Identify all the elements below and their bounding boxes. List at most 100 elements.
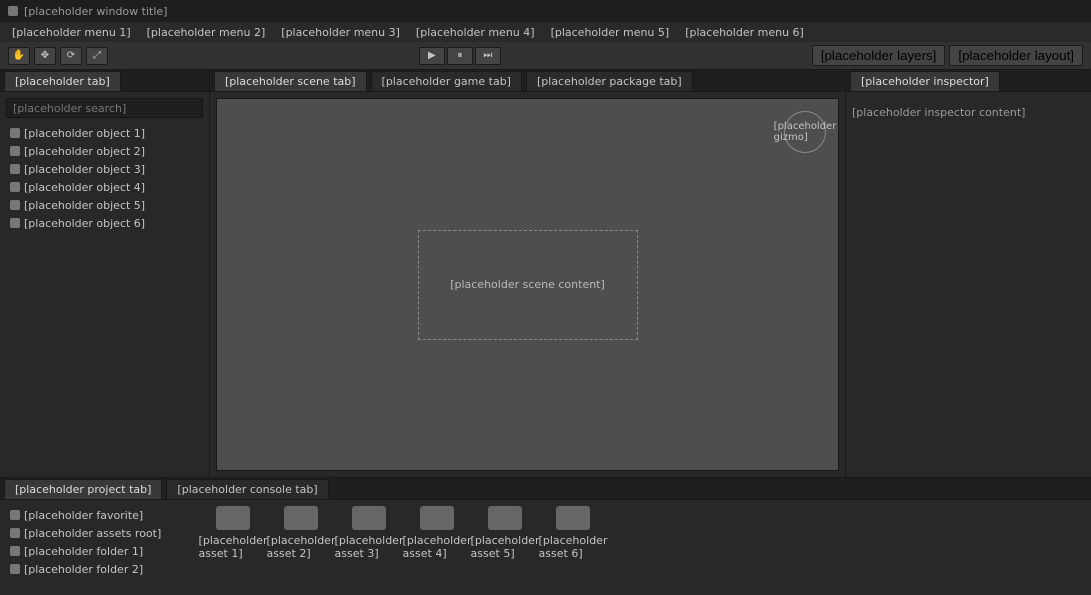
menu-item-1[interactable]: [placeholder menu 1]: [6, 24, 137, 41]
hierarchy-tabs: [placeholder tab]: [0, 70, 209, 92]
tree-item[interactable]: [placeholder favorite]: [6, 506, 196, 524]
inspector-panel: [placeholder inspector] [placeholder ins…: [846, 70, 1091, 477]
hierarchy-item[interactable]: [placeholder object 3]: [6, 160, 203, 178]
hierarchy-panel: [placeholder tab] [placeholder object 1]…: [0, 70, 210, 477]
folder-icon: [488, 506, 522, 530]
object-icon: [10, 146, 20, 156]
tree-item-label: [placeholder folder 1]: [24, 544, 144, 558]
title-bar: [placeholder window title]: [0, 0, 1091, 22]
inspector-body: [placeholder inspector content]: [846, 92, 1091, 477]
layers-dropdown[interactable]: [placeholder layers]: [811, 45, 946, 66]
scene-viewport[interactable]: [placeholder scene content] [placeholder…: [216, 98, 839, 471]
asset-label: [placeholder asset 4]: [402, 534, 472, 560]
scale-icon: ⤢: [93, 50, 101, 61]
game-tab[interactable]: [placeholder game tab]: [370, 71, 522, 91]
toolbar-right-group: [placeholder layers] [placeholder layout…: [811, 45, 1083, 66]
menu-bar: [placeholder menu 1] [placeholder menu 2…: [0, 22, 1091, 42]
folder-icon: [556, 506, 590, 530]
step-icon: ⏭: [483, 50, 493, 61]
step-button[interactable]: ⏭: [474, 46, 501, 65]
asset-item[interactable]: [placeholder asset 4]: [403, 506, 471, 589]
object-icon: [10, 128, 20, 138]
project-console-panel: [placeholder project tab] [placeholder c…: [0, 477, 1091, 595]
hand-tool-button[interactable]: ✋: [8, 46, 30, 65]
menu-item-6[interactable]: [placeholder menu 6]: [679, 24, 810, 41]
folder-icon: [352, 506, 386, 530]
menu-item-5[interactable]: [placeholder menu 5]: [545, 24, 676, 41]
hierarchy-list: [placeholder object 1] [placeholder obje…: [6, 124, 203, 232]
tree-item-label: [placeholder folder 2]: [24, 562, 144, 576]
object-icon: [10, 200, 20, 210]
project-tab[interactable]: [placeholder project tab]: [4, 479, 163, 499]
editor-workspace: [placeholder tab] [placeholder object 1]…: [0, 70, 1091, 477]
tree-item[interactable]: [placeholder assets root]: [6, 524, 196, 542]
scene-panel: [placeholder scene tab] [placeholder gam…: [210, 70, 846, 477]
asset-label: [placeholder asset 5]: [470, 534, 540, 560]
tree-item[interactable]: [placeholder folder 1]: [6, 542, 196, 560]
menu-item-3[interactable]: [placeholder menu 3]: [275, 24, 406, 41]
tree-item-label: [placeholder assets root]: [24, 526, 162, 540]
tree-item[interactable]: [placeholder folder 2]: [6, 560, 196, 578]
hierarchy-tab[interactable]: [placeholder tab]: [4, 71, 121, 91]
rotate-tool-button[interactable]: ⟳: [60, 46, 82, 65]
asset-item[interactable]: [placeholder asset 2]: [267, 506, 335, 589]
hierarchy-item[interactable]: [placeholder object 4]: [6, 178, 203, 196]
pause-button[interactable]: ⏸: [446, 46, 473, 65]
rotate-icon: ⟳: [66, 50, 76, 61]
hierarchy-body: [placeholder object 1] [placeholder obje…: [0, 92, 209, 477]
tree-item-label: [placeholder favorite]: [24, 508, 144, 522]
hierarchy-item-label: [placeholder object 4]: [24, 180, 146, 194]
pause-icon: ⏸: [457, 50, 463, 61]
layout-dropdown[interactable]: [placeholder layout]: [949, 45, 1083, 66]
playback-controls: ▶ ⏸ ⏭: [418, 46, 501, 65]
folder-icon: [10, 564, 20, 574]
folder-icon: [10, 528, 20, 538]
move-tool-button[interactable]: ✥: [34, 46, 56, 65]
object-icon: [10, 164, 20, 174]
app-icon: [8, 6, 18, 16]
project-tree: [placeholder favorite] [placeholder asse…: [6, 506, 196, 589]
hierarchy-item-label: [placeholder object 2]: [24, 144, 146, 158]
asset-item[interactable]: [placeholder asset 3]: [335, 506, 403, 589]
hierarchy-item[interactable]: [placeholder object 2]: [6, 142, 203, 160]
project-tabs: [placeholder project tab] [placeholder c…: [0, 478, 1091, 500]
inspector-tab[interactable]: [placeholder inspector]: [850, 71, 1000, 91]
scale-tool-button[interactable]: ⤢: [86, 46, 108, 65]
scene-tab[interactable]: [placeholder scene tab]: [214, 71, 367, 91]
hierarchy-search-input[interactable]: [6, 98, 203, 118]
folder-icon: [284, 506, 318, 530]
unity-editor-window: [placeholder window title] [placeholder …: [0, 0, 1091, 595]
hierarchy-item[interactable]: [placeholder object 5]: [6, 196, 203, 214]
menu-item-2[interactable]: [placeholder menu 2]: [141, 24, 272, 41]
asset-item[interactable]: [placeholder asset 5]: [471, 506, 539, 589]
package-manager-tab[interactable]: [placeholder package tab]: [525, 71, 693, 91]
hand-icon: ✋: [12, 50, 26, 61]
console-tab[interactable]: [placeholder console tab]: [166, 479, 329, 499]
transform-tools: ✋ ✥ ⟳ ⤢: [8, 46, 108, 65]
main-toolbar: ✋ ✥ ⟳ ⤢ ▶ ⏸ ⏭ [placeholder layers] [plac…: [0, 42, 1091, 70]
scene-gizmo[interactable]: [placeholder gizmo]: [774, 111, 836, 153]
inspector-empty-text: [placeholder inspector content]: [852, 106, 1026, 119]
hierarchy-item-label: [placeholder object 3]: [24, 162, 146, 176]
play-button[interactable]: ▶: [418, 46, 445, 65]
play-icon: ▶: [428, 50, 436, 61]
asset-label: [placeholder asset 6]: [538, 534, 608, 560]
asset-item[interactable]: [placeholder asset 6]: [539, 506, 607, 589]
hierarchy-item[interactable]: [placeholder object 6]: [6, 214, 203, 232]
hierarchy-item[interactable]: [placeholder object 1]: [6, 124, 203, 142]
menu-item-4[interactable]: [placeholder menu 4]: [410, 24, 541, 41]
move-icon: ✥: [40, 50, 50, 61]
scene-placeholder: [placeholder scene content]: [417, 229, 638, 340]
project-body: [placeholder favorite] [placeholder asse…: [0, 500, 1091, 595]
asset-item[interactable]: [placeholder asset 1]: [199, 506, 267, 589]
scene-tabs: [placeholder scene tab] [placeholder gam…: [210, 70, 845, 92]
hierarchy-item-label: [placeholder object 1]: [24, 126, 146, 140]
star-icon: [10, 510, 20, 520]
folder-icon: [216, 506, 250, 530]
asset-label: [placeholder asset 3]: [334, 534, 404, 560]
asset-grid: [placeholder asset 1] [placeholder asset…: [199, 506, 607, 589]
window-title: [placeholder window title]: [24, 4, 168, 18]
object-icon: [10, 218, 20, 228]
hierarchy-item-label: [placeholder object 6]: [24, 216, 146, 230]
asset-label: [placeholder asset 1]: [198, 534, 268, 560]
